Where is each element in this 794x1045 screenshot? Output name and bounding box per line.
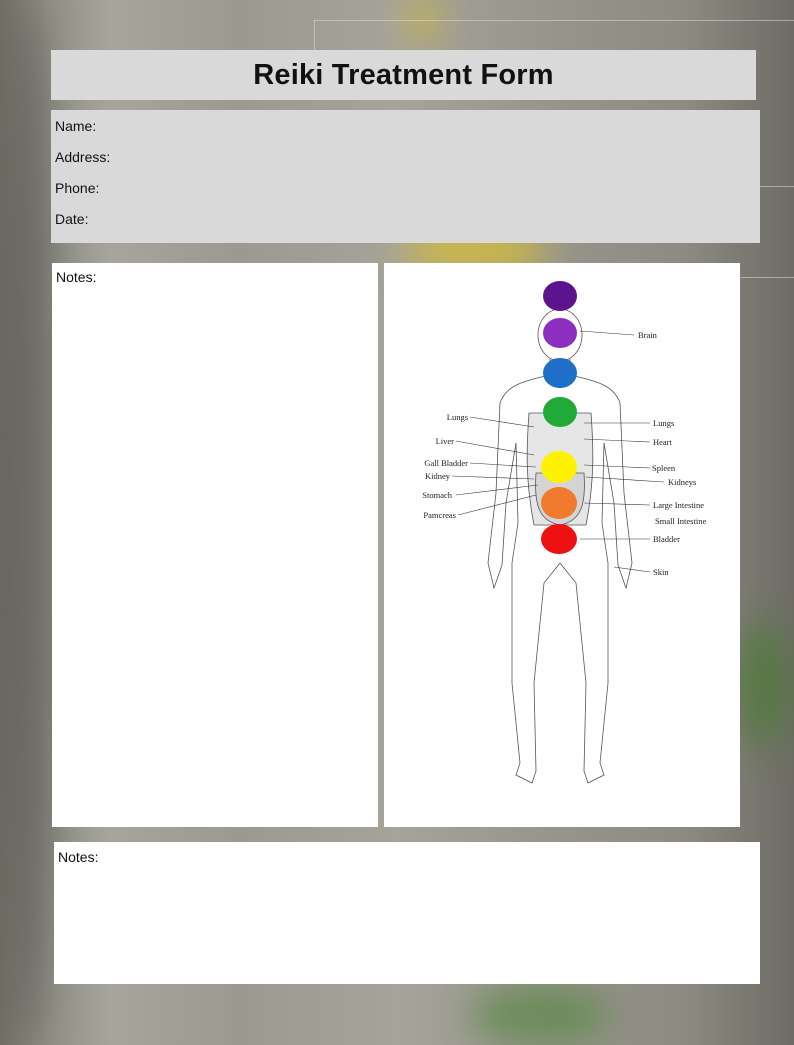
phone-field-label[interactable]: Phone:	[55, 180, 99, 196]
third-eye-chakra	[543, 318, 577, 348]
label-kidneys: Kidneys	[668, 477, 696, 487]
notes-label: Notes:	[58, 849, 99, 865]
crown-chakra	[543, 281, 577, 311]
address-field-label[interactable]: Address:	[55, 149, 110, 165]
body-chakra-diagram: Lungs Liver Gall Bladder Kidney Stomach …	[422, 281, 706, 784]
decorative-frame-line	[314, 20, 315, 50]
throat-chakra	[543, 358, 577, 388]
solar-plexus-chakra	[541, 451, 577, 483]
background-leaf	[738, 620, 788, 750]
notes-panel-left[interactable]: Notes:	[52, 263, 378, 827]
label-spleen: Spleen	[652, 463, 676, 473]
name-field-label[interactable]: Name:	[55, 118, 96, 134]
label-lungs-right: Lungs	[653, 418, 674, 428]
label-brain: Brain	[638, 330, 658, 340]
heart-chakra	[543, 397, 577, 427]
label-small-intestine: Small Intestine	[655, 516, 706, 526]
notes-label: Notes:	[56, 269, 97, 285]
body-diagram-panel: Lungs Liver Gall Bladder Kidney Stomach …	[384, 263, 740, 827]
client-info-section: Name: Address: Phone: Date:	[51, 110, 760, 243]
label-stomach: Stomach	[422, 490, 452, 500]
form-title: Reiki Treatment Form	[253, 58, 554, 91]
decorative-frame-line	[740, 277, 794, 278]
label-skin: Skin	[653, 567, 669, 577]
label-lungs-left: Lungs	[447, 412, 468, 422]
chakra-circles	[541, 281, 577, 554]
form-title-bar: Reiki Treatment Form	[51, 50, 756, 100]
label-pancreas: Pamcreas	[423, 510, 456, 520]
organ-labels-right: Brain Lungs Heart Spleen Kidneys Large I…	[638, 330, 706, 577]
label-gall-bladder: Gall Bladder	[424, 458, 468, 468]
label-kidney: Kidney	[425, 471, 451, 481]
label-bladder: Bladder	[653, 534, 680, 544]
root-chakra	[541, 524, 577, 554]
sacral-chakra	[541, 487, 577, 519]
background-leaf-bottom	[470, 985, 610, 1045]
label-liver: Liver	[436, 436, 455, 446]
label-large-intestine: Large Intestine	[653, 500, 704, 510]
decorative-frame-line	[760, 186, 794, 187]
notes-panel-bottom[interactable]: Notes:	[54, 842, 760, 984]
label-heart: Heart	[653, 437, 673, 447]
date-field-label[interactable]: Date:	[55, 211, 88, 227]
organ-labels-left: Lungs Liver Gall Bladder Kidney Stomach …	[422, 412, 468, 520]
decorative-frame-line	[314, 20, 794, 21]
